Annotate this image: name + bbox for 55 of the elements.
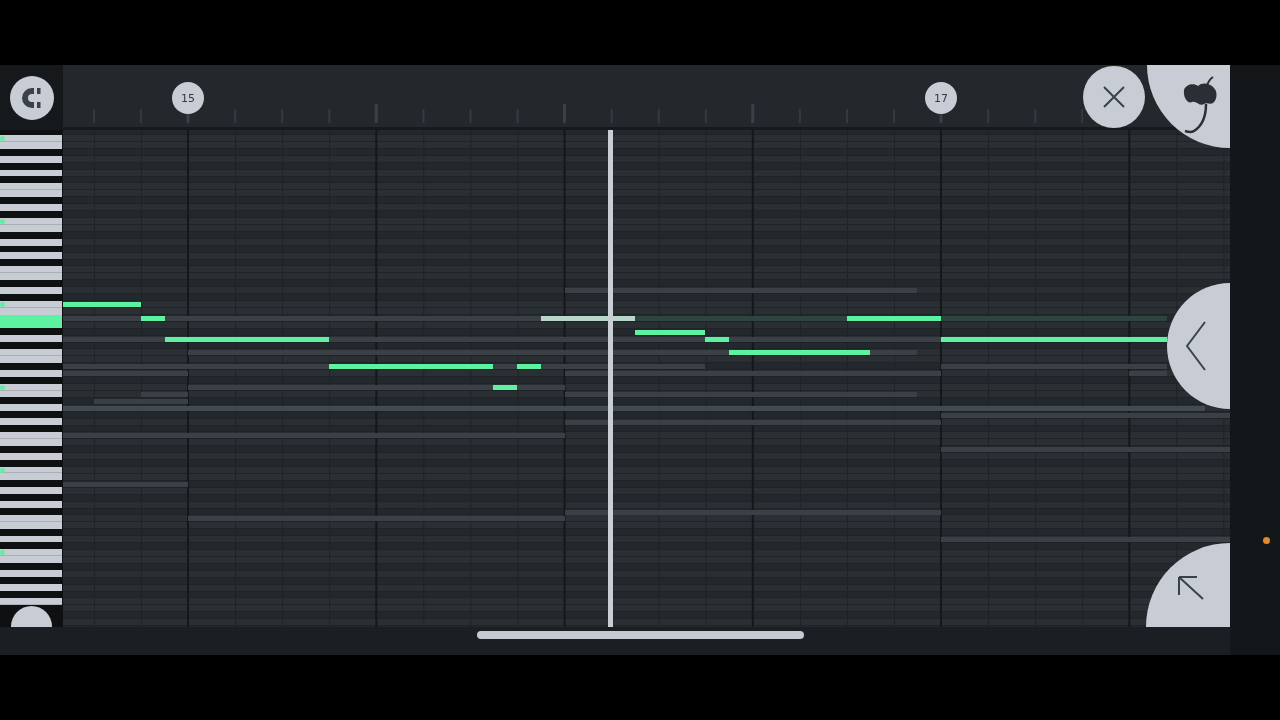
timeline-ruler[interactable]: 15 17 bbox=[63, 65, 1083, 130]
piano-key[interactable] bbox=[0, 369, 62, 377]
note[interactable] bbox=[165, 336, 329, 342]
piano-key[interactable] bbox=[0, 431, 62, 439]
key-marker-icon bbox=[0, 467, 5, 473]
piano-key[interactable] bbox=[0, 452, 62, 460]
close-icon bbox=[1103, 86, 1125, 108]
note[interactable] bbox=[329, 364, 493, 370]
note[interactable] bbox=[705, 336, 729, 342]
chevron-left-icon bbox=[1186, 321, 1206, 371]
magnet-icon bbox=[19, 85, 44, 110]
key-marker-icon bbox=[0, 550, 5, 556]
note[interactable] bbox=[141, 315, 165, 321]
piano-key[interactable] bbox=[0, 190, 62, 198]
piano-key[interactable] bbox=[0, 487, 62, 495]
piano-key[interactable] bbox=[0, 404, 62, 412]
ghost-note bbox=[493, 364, 517, 370]
key-marker-icon bbox=[0, 136, 5, 141]
piano-key[interactable] bbox=[0, 383, 62, 391]
note[interactable] bbox=[635, 329, 705, 335]
piano-key[interactable] bbox=[0, 556, 62, 564]
note[interactable] bbox=[541, 315, 635, 321]
key-marker-icon bbox=[0, 301, 5, 307]
ghost-note bbox=[870, 350, 917, 356]
piano-key[interactable] bbox=[0, 217, 62, 225]
piano-key[interactable] bbox=[0, 390, 62, 398]
piano-key[interactable] bbox=[0, 252, 62, 260]
piano-key[interactable] bbox=[0, 238, 62, 246]
piano-key[interactable] bbox=[0, 466, 62, 474]
piano-key[interactable] bbox=[0, 286, 62, 294]
bar-number: 17 bbox=[925, 82, 957, 114]
key-marker-icon bbox=[0, 384, 5, 390]
piano-key[interactable] bbox=[0, 300, 62, 308]
piano-key[interactable] bbox=[0, 535, 62, 543]
scroll-thumb[interactable] bbox=[477, 631, 804, 639]
piano-key[interactable] bbox=[0, 273, 62, 281]
piano-key[interactable] bbox=[0, 597, 62, 605]
bar-number: 15 bbox=[172, 82, 204, 114]
note[interactable] bbox=[729, 350, 870, 356]
note[interactable] bbox=[847, 315, 941, 321]
piano-key[interactable] bbox=[0, 321, 62, 329]
indicator-dot-icon bbox=[1263, 537, 1270, 544]
piano-key[interactable] bbox=[0, 473, 62, 481]
note[interactable] bbox=[517, 364, 541, 370]
note[interactable] bbox=[941, 336, 1167, 342]
piano-key[interactable] bbox=[0, 155, 62, 163]
piano-key[interactable] bbox=[0, 514, 62, 522]
arrow-up-left-icon bbox=[1177, 575, 1205, 601]
piano-key[interactable] bbox=[0, 583, 62, 591]
piano-roll-grid[interactable] bbox=[63, 130, 1230, 627]
key-marker-icon bbox=[0, 218, 5, 224]
piano-key[interactable] bbox=[0, 169, 62, 177]
keyboard-handle[interactable] bbox=[11, 606, 52, 627]
piano-key[interactable] bbox=[0, 335, 62, 343]
piano-key[interactable] bbox=[0, 418, 62, 426]
